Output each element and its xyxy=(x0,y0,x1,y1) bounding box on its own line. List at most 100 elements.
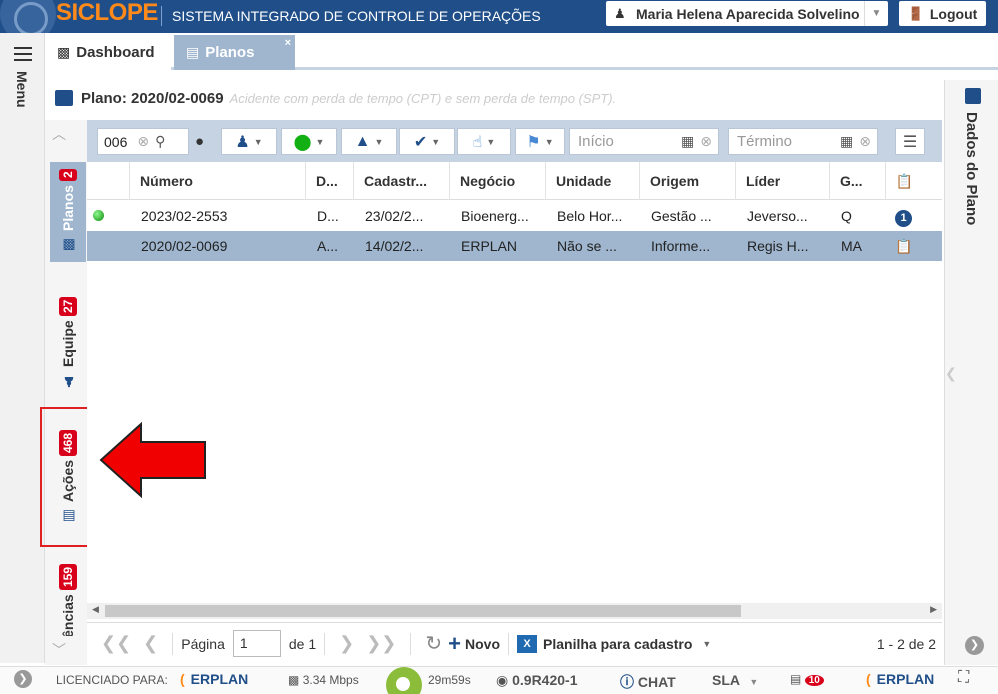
red-arrow-icon xyxy=(99,421,206,499)
team-filter[interactable]: ♟ ▼ xyxy=(221,128,277,155)
first-page-icon[interactable]: ❮❮ xyxy=(101,633,131,654)
column-header[interactable]: Líder xyxy=(735,162,829,200)
highlight-box xyxy=(40,407,90,547)
search-icon[interactable]: ⚲ xyxy=(155,133,165,150)
flag-filter[interactable]: ⚑ ▼ xyxy=(515,128,565,155)
side-tab-planos[interactable]: ▩ Planos 2 xyxy=(50,162,86,262)
cell-numero: 2020/02-0069 xyxy=(141,238,228,254)
logout-label: Logout xyxy=(929,5,978,22)
excel-icon: X xyxy=(517,634,537,653)
chevron-right-icon[interactable]: ❯ xyxy=(965,636,984,655)
user-menu[interactable]: ♟ Maria Helena Aparecida Solvelino ▼ xyxy=(606,1,888,26)
licensed-label: LICENCIADO PARA: xyxy=(56,673,168,687)
status-green-icon xyxy=(93,210,104,221)
scroll-left-icon[interactable]: ◀ xyxy=(92,604,99,615)
user-icon: ♟ xyxy=(614,5,626,21)
column-header[interactable]: Unidade xyxy=(545,162,639,200)
side-tab-equipe[interactable]: ♟ Equipe 27 xyxy=(50,295,86,395)
right-panel-label[interactable]: Dados do Plano xyxy=(963,112,980,225)
side-tab-ocorrencias[interactable]: Ocorrências 159 xyxy=(50,560,86,636)
clear-icon[interactable]: ⊗ xyxy=(700,133,712,150)
hamburger-icon[interactable] xyxy=(14,47,32,61)
speed-icon: ▩ xyxy=(288,673,300,687)
clipboard-icon: 📋 xyxy=(895,238,913,254)
last-page-icon[interactable]: ❯❯ xyxy=(366,633,396,654)
clipboard-icon[interactable]: 📋 xyxy=(885,162,923,200)
cell-negocio: ERPLAN xyxy=(461,238,518,254)
door-icon: 🚪 xyxy=(907,5,924,21)
chevron-down-icon: ▼ xyxy=(486,136,496,147)
fullscreen-icon[interactable]: ⛶ xyxy=(958,669,969,687)
clear-icon[interactable]: ⊗ xyxy=(137,133,149,150)
cell-cadastro: 14/02/2... xyxy=(365,238,424,254)
sheet-button[interactable]: Planilha para cadastro xyxy=(543,636,692,652)
cell-negocio: Bioenerg... xyxy=(461,208,529,224)
column-header[interactable]: G... xyxy=(829,162,885,200)
record-count: 1 - 2 de 2 xyxy=(876,635,936,652)
clear-icon[interactable]: ⊗ xyxy=(859,133,871,150)
side-tab-label: Planos xyxy=(60,185,76,232)
new-button[interactable]: Novo xyxy=(465,636,500,652)
end-date-input[interactable]: Término ▦ ⊗ xyxy=(728,128,878,155)
cell-d: D... xyxy=(317,208,339,224)
flag-icon: ⚑ xyxy=(526,133,541,151)
start-date-input[interactable]: Início ▦ ⊗ xyxy=(569,128,719,155)
table-row[interactable]: 2020/02-0069 A... 14/02/2... ERPLAN Não … xyxy=(87,231,942,261)
right-panel[interactable]: Dados do Plano ❮ ❯ xyxy=(944,80,998,665)
brand-subtitle: SISTEMA INTEGRADO DE CONTROLE DE OPERAÇÕ… xyxy=(172,8,541,24)
tab-planos[interactable]: ▤ Planos × xyxy=(174,35,295,70)
list-menu-button[interactable]: ☰ xyxy=(895,128,925,155)
calendar-icon[interactable]: ▦ xyxy=(840,133,853,150)
search-value: 006 xyxy=(104,133,128,150)
chevron-down-icon: ▼ xyxy=(749,677,759,687)
chevron-down-icon[interactable]: ﹀ xyxy=(52,640,66,660)
user-filter-icon[interactable]: ● xyxy=(195,133,204,150)
next-page-icon[interactable]: ❯ xyxy=(339,633,354,654)
column-header[interactable]: Negócio xyxy=(449,162,545,200)
tab-dashboard[interactable]: ▩ Dashboard xyxy=(45,35,171,70)
column-header[interactable]: Número xyxy=(129,162,305,200)
warning-filter[interactable]: ▲ ▼ xyxy=(341,128,397,155)
warning-icon: ▲ xyxy=(354,132,371,150)
column-header[interactable]: D... xyxy=(305,162,353,200)
calendar-icon[interactable]: ▦ xyxy=(681,133,694,150)
like-filter[interactable]: ☝ ▼ xyxy=(457,128,511,155)
team-icon: ♟ xyxy=(60,373,76,389)
filter-bar: 006 ⊗ ⚲ ● ♟ ▼ ⬤ ▼ ▲ ▼ ✔ ▼ ☝ ▼ ⚑ ▼ Início ▦ ⊗ T… xyxy=(87,120,942,162)
column-header[interactable]: Origem xyxy=(639,162,735,200)
cell-origem: Informe... xyxy=(651,238,711,254)
refresh-icon[interactable]: ↻ xyxy=(425,631,442,656)
eye-icon: ◉ xyxy=(496,672,509,688)
sla-button[interactable]: SLA ▼ xyxy=(712,672,758,688)
prev-page-icon[interactable]: ❮ xyxy=(143,633,158,654)
check-filter[interactable]: ✔ ▼ xyxy=(399,128,455,155)
chevron-down-icon[interactable]: ▼ xyxy=(702,639,711,649)
bar-chart-icon: ▩ xyxy=(57,44,71,60)
count-badge: 159 xyxy=(59,564,77,591)
chevron-up-icon[interactable]: ︿ xyxy=(52,124,66,144)
table-row[interactable]: 2023/02-2553 D... 23/02/2... Bioenerg...… xyxy=(87,201,942,231)
chat-button[interactable]: ⓘ CHAT xyxy=(620,672,676,692)
tab-label: Dashboard xyxy=(76,44,155,61)
page-input[interactable]: 1 xyxy=(232,630,281,657)
chevron-down-icon[interactable]: ▼ xyxy=(864,1,888,26)
column-header[interactable]: Cadastr... xyxy=(353,162,449,200)
tab-bar: ▩ Dashboard ▤ Planos × xyxy=(45,33,998,70)
chat-icon: ⓘ xyxy=(620,674,634,690)
close-icon[interactable]: × xyxy=(285,37,291,49)
status-filter[interactable]: ⬤ ▼ xyxy=(281,128,337,155)
menu-label[interactable]: Menu xyxy=(14,71,30,108)
cell-lider: Regis H... xyxy=(747,238,809,254)
scroll-right-icon[interactable]: ▶ xyxy=(930,604,937,615)
search-input[interactable]: 006 ⊗ ⚲ xyxy=(97,128,189,155)
chevron-right-icon[interactable]: ❯ xyxy=(14,670,32,688)
scroll-thumb[interactable] xyxy=(105,605,741,617)
page-label: Página xyxy=(181,635,225,652)
divider xyxy=(410,632,412,655)
logout-button[interactable]: 🚪 Logout xyxy=(899,1,986,26)
divider xyxy=(324,632,326,655)
end-date-placeholder: Término xyxy=(737,133,793,150)
horizontal-scrollbar[interactable]: ◀ ▶ xyxy=(87,603,942,619)
notifications[interactable]: ▤ 10 xyxy=(790,672,824,686)
collapse-icon[interactable]: ❮ xyxy=(945,365,957,382)
